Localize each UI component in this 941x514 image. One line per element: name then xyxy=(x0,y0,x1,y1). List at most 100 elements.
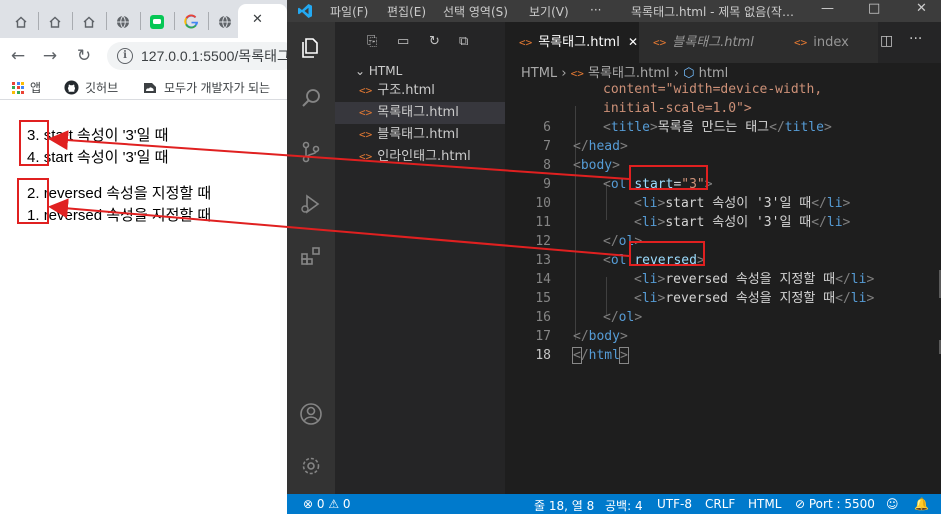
breadcrumb-item[interactable]: 목록태그.html xyxy=(588,66,670,81)
title-bar: 파일(F) 편집(E) 선택 영역(S) 보기(V) ··· 목록태그.html… xyxy=(287,0,941,22)
bookmark-label: 깃허브 xyxy=(85,81,119,95)
home-icon xyxy=(49,16,61,28)
info-icon[interactable]: i xyxy=(117,48,133,64)
encoding-status[interactable]: UTF-8 xyxy=(657,497,692,511)
cursor-position[interactable]: 줄 18, 열 8 xyxy=(534,497,594,514)
explorer-icon[interactable] xyxy=(299,36,323,60)
run-debug-icon[interactable] xyxy=(299,192,323,216)
vscode-window: 파일(F) 편집(E) 선택 영역(S) 보기(V) ··· 목록태그.html… xyxy=(287,0,941,514)
browser-tab-7[interactable] xyxy=(208,5,242,38)
bookmark-github[interactable]: 깃허브 xyxy=(64,79,118,96)
file-item[interactable]: <> 구조.html xyxy=(335,80,505,102)
forward-icon[interactable]: → xyxy=(38,44,62,68)
browser-tab-3[interactable] xyxy=(72,5,106,38)
home-icon xyxy=(15,16,27,28)
activity-bar xyxy=(287,22,335,494)
minimize-icon[interactable]: — xyxy=(821,1,834,16)
bookmarks-bar: 앱 깃허브 모두가 개발자가 되는 xyxy=(0,74,287,100)
new-folder-icon[interactable]: ▭ xyxy=(397,34,409,49)
editor-area: <> 목록태그.html ✕ <> 블록태그.html <> index ◫ ··· … xyxy=(505,22,941,494)
refresh-icon[interactable]: ↻ xyxy=(429,34,440,49)
menu-file[interactable]: 파일(F) xyxy=(330,3,368,20)
home-icon xyxy=(83,16,95,28)
html-file-icon: <> xyxy=(794,36,808,49)
live-server-port[interactable]: ⊘ Port : 5500 xyxy=(795,497,875,511)
url-text: 127.0.0.1:5500/목록태그.html xyxy=(141,48,287,64)
editor-tabs: <> 목록태그.html ✕ <> 블록태그.html <> index ◫ ··· xyxy=(505,22,941,63)
eol-status[interactable]: CRLF xyxy=(705,497,735,511)
breadcrumb-item[interactable]: html xyxy=(699,66,729,81)
feedback-icon[interactable]: ☺ xyxy=(886,497,899,511)
menu-selection[interactable]: 선택 영역(S) xyxy=(443,3,508,20)
reload-icon[interactable]: ↻ xyxy=(72,44,96,68)
browser-tab-1[interactable] xyxy=(4,5,38,38)
maximize-icon[interactable]: □ xyxy=(868,1,880,16)
browser-tab-2[interactable] xyxy=(38,5,72,38)
source-control-icon[interactable] xyxy=(299,140,323,164)
more-actions-icon[interactable]: ··· xyxy=(909,31,922,47)
html-file-icon: <> xyxy=(653,36,667,49)
chevron-down-icon: ⌄ xyxy=(355,64,366,78)
file-item[interactable]: <> 인라인태그.html xyxy=(335,146,505,168)
search-icon[interactable] xyxy=(299,86,323,110)
highlight-box-start-attr xyxy=(629,165,708,190)
bookmark-label: 모두가 개발자가 되는 xyxy=(164,81,271,95)
highlight-box-reversed-markers xyxy=(17,178,49,224)
code-editor[interactable]: content="width=device-width, initial-sca… xyxy=(505,80,941,494)
highlight-box-start-markers xyxy=(19,120,49,166)
breadcrumb-item[interactable]: HTML xyxy=(521,66,557,81)
tab-preview-file[interactable]: <> 블록태그.html xyxy=(639,22,780,63)
list-item: 2. reversed 속성을 지정할 때 xyxy=(27,185,212,202)
globe-icon xyxy=(117,15,129,28)
line-chat-icon xyxy=(150,14,164,29)
indentation-status[interactable]: 공백: 4 xyxy=(605,497,643,514)
bookmark-cloud[interactable]: 모두가 개발자가 되는 xyxy=(142,79,270,96)
tab-active-file[interactable]: <> 목록태그.html ✕ xyxy=(505,22,639,63)
language-mode[interactable]: HTML xyxy=(748,497,781,511)
browser-tab-active[interactable]: ✕ xyxy=(238,4,287,38)
browser-tab-6[interactable] xyxy=(174,5,208,38)
bookmark-apps[interactable]: 앱 xyxy=(12,79,41,96)
close-window-icon[interactable]: ✕ xyxy=(916,1,927,16)
new-file-icon[interactable]: ⎘ xyxy=(367,34,377,49)
problems-status[interactable]: ⊗ 0 ⚠ 0 xyxy=(303,497,351,511)
browser-tab-4[interactable] xyxy=(106,5,140,38)
menu-edit[interactable]: 편집(E) xyxy=(387,3,426,20)
vscode-logo-icon xyxy=(298,4,312,18)
close-icon[interactable]: ✕ xyxy=(252,12,263,27)
account-icon[interactable] xyxy=(299,402,323,426)
apps-grid-icon xyxy=(12,81,24,94)
globe-icon xyxy=(219,15,231,28)
status-bar: ⊗ 0 ⚠ 0 줄 18, 열 8 공백: 4 UTF-8 CRLF HTML … xyxy=(287,494,941,514)
folder-html[interactable]: ⌄ HTML xyxy=(355,64,402,78)
settings-gear-icon[interactable] xyxy=(299,454,323,478)
list-item: 1. reversed 속성을 지정할 때 xyxy=(27,207,212,224)
collapse-all-icon[interactable]: ⧉ xyxy=(459,34,468,49)
file-item-selected[interactable]: <> 목록태그.html xyxy=(335,102,505,124)
menu-more[interactable]: ··· xyxy=(590,3,601,17)
window-title: 목록태그.html - 제목 없음(작업 영역) - Visual Studio… xyxy=(631,5,801,19)
browser-tab-strip: ✕ xyxy=(0,0,287,38)
notifications-icon[interactable]: 🔔 xyxy=(914,497,929,511)
extensions-icon[interactable] xyxy=(299,244,323,268)
html-file-icon: <> xyxy=(359,128,373,141)
bookmark-label: 앱 xyxy=(30,81,42,95)
browser-tab-5[interactable] xyxy=(140,5,174,38)
address-bar[interactable]: i 127.0.0.1:5500/목록태그.html xyxy=(107,42,287,70)
menu-view[interactable]: 보기(V) xyxy=(529,3,569,20)
file-item[interactable]: <> 블록태그.html xyxy=(335,124,505,146)
explorer-sidebar: ⎘ ▭ ↻ ⧉ ⌄ HTML <> 구조.html <> 목록태그.html <> 블… xyxy=(335,22,505,494)
split-editor-icon[interactable]: ◫ xyxy=(880,33,893,49)
browser-toolbar: ← → ↻ i 127.0.0.1:5500/목록태그.html xyxy=(0,38,287,74)
browser-window: ✕ ← → ↻ i 127.0.0.1:5500/목록태그.html 앱 깃허브… xyxy=(0,0,287,514)
folder-label: HTML xyxy=(368,64,403,78)
html-file-icon: <> xyxy=(359,106,373,119)
html-file-icon: <> xyxy=(359,84,373,97)
tab-file[interactable]: <> index xyxy=(780,22,878,63)
highlight-box-reversed-attr xyxy=(629,241,705,266)
google-icon xyxy=(183,14,198,29)
html-file-icon: <> xyxy=(359,150,373,163)
back-icon[interactable]: ← xyxy=(6,44,30,68)
html-file-icon: <> xyxy=(519,36,533,49)
close-icon[interactable]: ✕ xyxy=(628,35,638,49)
